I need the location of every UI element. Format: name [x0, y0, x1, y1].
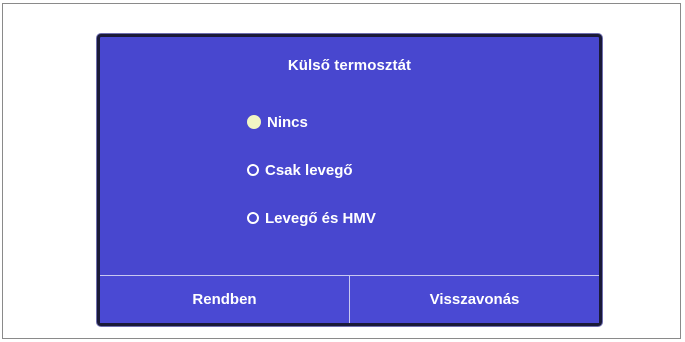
ok-button[interactable]: Rendben [100, 276, 350, 323]
option-label: Levegő és HMV [265, 209, 376, 227]
button-bar: Rendben Visszavonás [100, 275, 599, 323]
option-label: Nincs [267, 113, 308, 131]
outer-frame: Külső termosztát Nincs Csak levegő Leveg… [2, 3, 681, 339]
option-label: Csak levegő [265, 161, 353, 179]
dialog-title: Külső termosztát [287, 57, 412, 74]
cancel-button[interactable]: Visszavonás [350, 276, 599, 323]
option-csak-levego[interactable]: Csak levegő [247, 160, 353, 180]
radio-empty-icon [247, 212, 259, 224]
option-nincs[interactable]: Nincs [247, 112, 308, 132]
option-levego-es-hmv[interactable]: Levegő és HMV [247, 208, 376, 228]
radio-empty-icon [247, 164, 259, 176]
thermostat-dialog: Külső termosztát Nincs Csak levegő Leveg… [97, 34, 602, 326]
radio-selected-icon [247, 115, 261, 129]
